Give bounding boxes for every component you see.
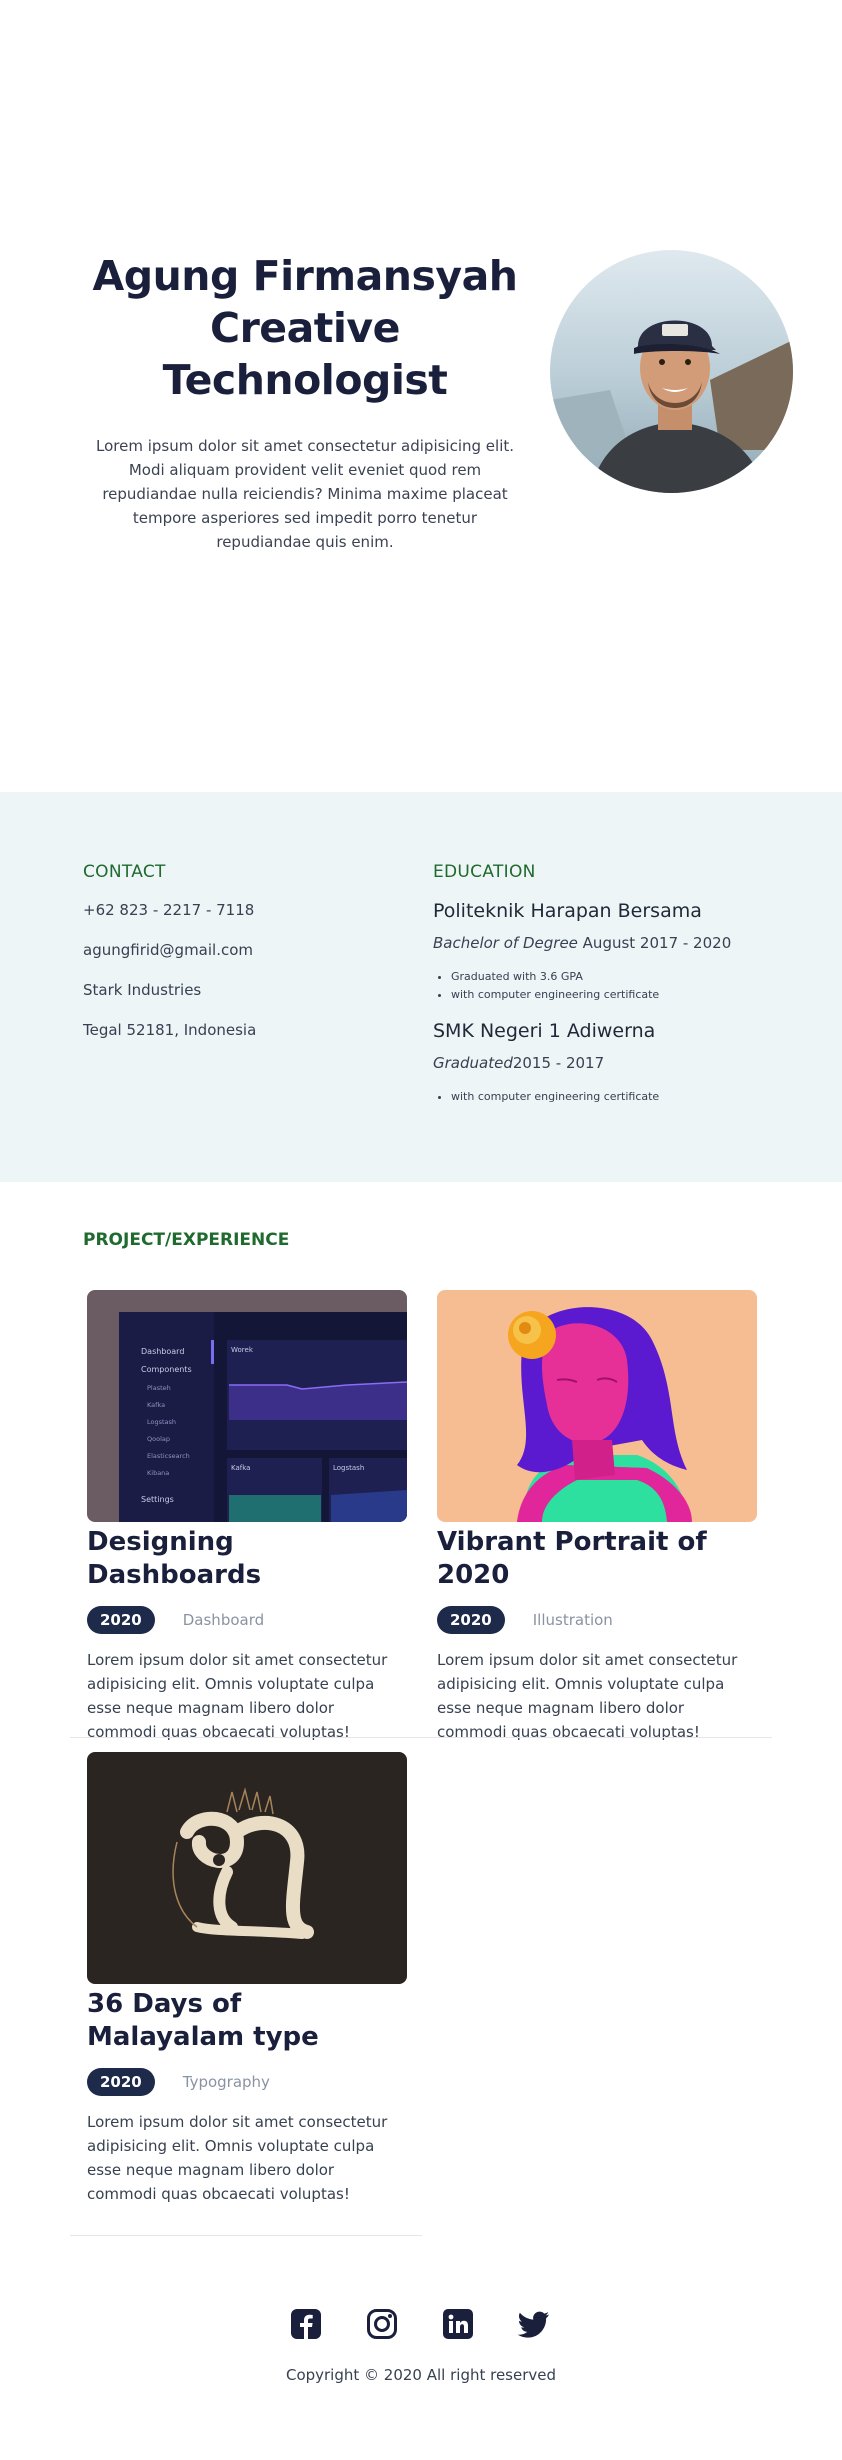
school-notes: Graduated with 3.6 GPA with computer eng… — [451, 968, 773, 1004]
contact-column: CONTACT +62 823 - 2217 - 7118 agungfirid… — [83, 862, 413, 1044]
dash-sub-item: Kafka — [147, 1401, 165, 1409]
project-thumbnail[interactable] — [437, 1290, 757, 1522]
row-divider — [70, 2235, 422, 2236]
school-notes: with computer engineering certificate — [451, 1088, 773, 1106]
dash-sub-item: Logstash — [147, 1418, 176, 1426]
project-description: Lorem ipsum dolor sit amet consectetur a… — [87, 1651, 388, 1741]
hero-title-line2: Creative — [210, 304, 400, 352]
school-name: Politeknik Harapan Bersama — [433, 900, 702, 922]
project-meta: 2020 Dashboard — [87, 1606, 407, 1634]
project-thumbnail[interactable]: Dashboard Components Plasteh Kafka Logst… — [87, 1290, 407, 1522]
school-name: SMK Negeri 1 Adiwerna — [433, 1020, 656, 1042]
twitter-icon[interactable] — [518, 2308, 550, 2340]
row-divider — [70, 1737, 772, 1738]
linkedin-icon[interactable] — [442, 2308, 474, 2340]
note-item: with computer engineering certificate — [451, 1088, 773, 1106]
dash-sub-item: Plasteh — [147, 1384, 171, 1392]
project-description: Lorem ipsum dolor sit amet consectetur a… — [437, 1651, 738, 1741]
education-column: EDUCATION Politeknik Harapan Bersama Bac… — [433, 862, 773, 1106]
project-title[interactable]: Vibrant Portrait of 2020 — [437, 1526, 757, 1592]
contact-address: Tegal 52181, Indonesia — [83, 1021, 257, 1039]
contact-phone[interactable]: +62 823 - 2217 - 7118 — [83, 896, 413, 924]
school-degree: Bachelor of Degree August 2017 - 2020 — [433, 932, 773, 954]
social-links — [290, 2308, 550, 2340]
year-badge: 2020 — [87, 1606, 155, 1634]
projects-heading: PROJECT/EXPERIENCE — [83, 1230, 290, 1250]
project-card[interactable]: Vibrant Portrait of 2020 2020 Illustrati… — [437, 1290, 757, 1744]
avatar — [550, 250, 793, 493]
instagram-icon[interactable] — [366, 2308, 398, 2340]
project-category: Dashboard — [182, 1611, 265, 1629]
degree-period: 2015 - 2017 — [512, 1054, 605, 1072]
project-category: Typography — [182, 2073, 270, 2091]
hero-title-line3: Technologist — [162, 356, 448, 404]
year-badge: 2020 — [437, 1606, 505, 1634]
info-section: CONTACT +62 823 - 2217 - 7118 agungfirid… — [0, 792, 842, 1182]
dash-panel-kafka: Kafka — [231, 1464, 250, 1472]
project-title[interactable]: Designing Dashboards — [87, 1526, 407, 1592]
contact-heading: CONTACT — [83, 862, 166, 882]
school-degree: Graduated2015 - 2017 — [433, 1052, 773, 1074]
project-category: Illustration — [532, 1611, 613, 1629]
dash-sub-item: Kibana — [147, 1469, 169, 1477]
project-card[interactable]: 36 Days of Malayalam type 2020 Typograph… — [87, 1752, 407, 2206]
education-heading: EDUCATION — [433, 862, 536, 882]
dashboard-preview-image: Dashboard Components Plasteh Kafka Logst… — [87, 1290, 407, 1522]
project-description: Lorem ipsum dolor sit amet consectetur a… — [87, 2113, 388, 2203]
hero-title-line1: Agung Firmansyah — [92, 252, 518, 300]
project-title[interactable]: 36 Days of Malayalam type — [87, 1988, 407, 2054]
hero-description: Lorem ipsum dolor sit amet consectetur a… — [95, 437, 515, 551]
note-item: Graduated with 3.6 GPA — [451, 968, 773, 986]
dash-nav-dashboard: Dashboard — [141, 1347, 184, 1356]
contact-company: Stark Industries — [83, 981, 202, 999]
contact-email[interactable]: agungfirid@gmail.com — [83, 936, 413, 964]
footer: Copyright © 2020 All right reserved — [0, 2262, 842, 2460]
copyright-text: Copyright © 2020 All right reserved — [285, 2366, 557, 2384]
dash-nav-settings: Settings — [141, 1495, 174, 1504]
dash-nav-components: Components — [141, 1365, 192, 1374]
hero-section: Agung Firmansyah Creative Technologist L… — [0, 0, 842, 792]
hero-title: Agung Firmansyah Creative Technologist — [80, 250, 530, 406]
dash-sub-item: Qoolap — [147, 1435, 170, 1443]
dash-panel-logstash: Logstash — [333, 1464, 364, 1472]
portrait-illustration-image — [437, 1290, 757, 1522]
project-card[interactable]: Dashboard Components Plasteh Kafka Logst… — [87, 1290, 407, 1744]
project-meta: 2020 Illustration — [437, 1606, 757, 1634]
degree-title: Bachelor of Degree — [433, 934, 578, 952]
avatar-photo — [550, 250, 793, 493]
project-meta: 2020 Typography — [87, 2068, 407, 2096]
projects-section: PROJECT/EXPERIENCE Dashboard Components … — [0, 1182, 842, 2262]
malayalam-type-image — [87, 1752, 407, 1984]
hero-text: Agung Firmansyah Creative Technologist L… — [80, 250, 530, 554]
project-thumbnail[interactable] — [87, 1752, 407, 1984]
dash-sub-item: Elasticsearch — [147, 1452, 190, 1460]
dash-panel-worek: Worek — [231, 1346, 254, 1354]
facebook-icon[interactable] — [290, 2308, 322, 2340]
degree-title: Graduated — [433, 1054, 513, 1072]
note-item: with computer engineering certificate — [451, 986, 773, 1004]
degree-period: August 2017 - 2020 — [577, 934, 732, 952]
year-badge: 2020 — [87, 2068, 155, 2096]
